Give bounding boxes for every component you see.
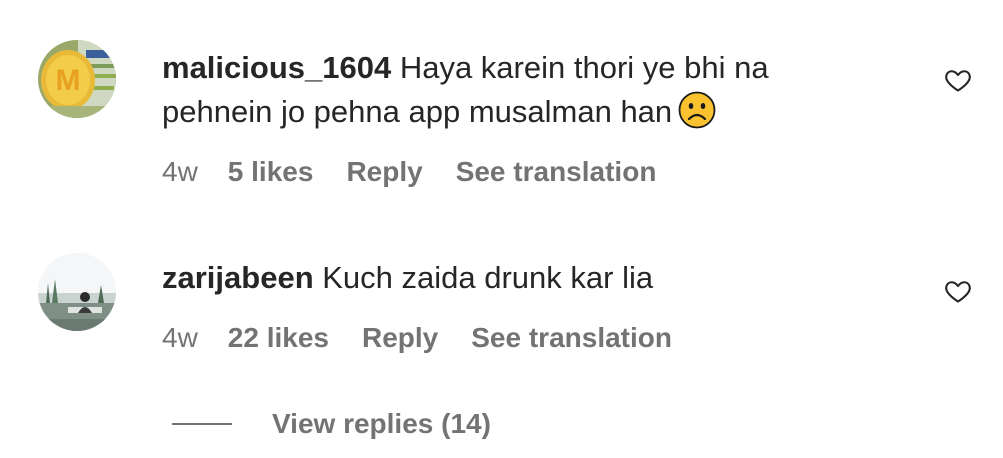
- avatar[interactable]: [38, 253, 116, 331]
- avatar-image: M: [38, 40, 116, 118]
- see-translation-button[interactable]: See translation: [471, 322, 672, 354]
- avatar-image: [38, 253, 116, 331]
- comment-meta: 4w 5 likes Reply See translation: [162, 156, 689, 188]
- reply-button[interactable]: Reply: [346, 156, 422, 188]
- likes-count[interactable]: 22 likes: [228, 322, 329, 354]
- replies-divider-line: [172, 423, 232, 425]
- avatar-letter: M: [56, 64, 81, 97]
- view-replies-label: View replies (14): [272, 408, 491, 439]
- like-heart-icon[interactable]: [944, 66, 972, 94]
- comment-username[interactable]: malicious_1604: [162, 50, 391, 85]
- like-heart-icon[interactable]: [944, 277, 972, 305]
- likes-count[interactable]: 5 likes: [228, 156, 314, 188]
- comment-timestamp: 4w: [162, 322, 198, 353]
- comment-timestamp: 4w: [162, 156, 198, 187]
- reply-button[interactable]: Reply: [362, 322, 438, 354]
- comment-body: zarijabeen Kuch zaida drunk kar lia: [162, 256, 862, 300]
- avatar[interactable]: M: [38, 40, 116, 118]
- see-translation-button[interactable]: See translation: [456, 156, 657, 188]
- comment-username[interactable]: zarijabeen: [162, 260, 314, 295]
- comment-body: malicious_1604 Haya karein thori ye bhi …: [162, 46, 862, 134]
- comment-meta: 4w 22 likes Reply See translation: [162, 322, 705, 354]
- comment-text: Kuch zaida drunk kar lia: [322, 260, 654, 295]
- view-replies-button[interactable]: View replies (14): [172, 408, 491, 440]
- frowning-face-emoji-icon: [678, 91, 716, 129]
